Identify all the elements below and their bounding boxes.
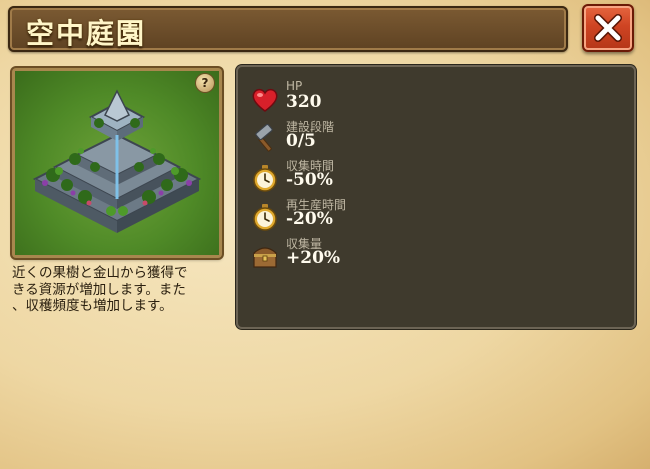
chest-icon [253,247,277,268]
stat-label: HP [286,79,303,93]
stat-value: -50% [286,170,333,190]
description-line: 近くの果樹と金山から獲得で [12,265,188,281]
stat-value: 0/5 [286,131,316,151]
stat-row-regen-time: 再生産時間 -20% [250,196,630,236]
stopwatch-icon [253,165,277,192]
close-x-icon [594,14,622,42]
building-image-frame [12,68,222,258]
close-button[interactable] [582,4,634,52]
help-icon[interactable]: ? [196,74,214,92]
stopwatch-icon [253,204,277,231]
stat-row-collect-amount: 収集量 +20% [250,235,630,275]
stat-row-collect-time: 収集時間 -50% [250,157,630,197]
description-line: きる資源が増加します。また [12,281,186,298]
stat-row-hp: HP 320 [250,79,630,119]
hanging-gardens-image [15,71,219,255]
page-title: 空中庭園 [26,17,147,50]
title-bar: 空中庭園 [8,6,568,52]
hammer-icon [255,124,273,152]
heart-icon [252,88,278,112]
building-description: 近くの果樹と金山から獲得で きる資源が増加します。また 、収穫頻度も増加します。 [12,265,234,315]
stat-row-build-stage: 建設段階 0/5 [250,118,630,158]
description-line: 、収穫頻度も増加します。 [12,298,173,314]
stat-value: +20% [286,248,341,268]
stat-value: -20% [286,209,333,229]
stats-panel: HP 320 建設段階 0/5 収集時間 -50% 再生産時間 -20% 収集量… [236,65,636,329]
stat-value: 320 [286,92,322,112]
